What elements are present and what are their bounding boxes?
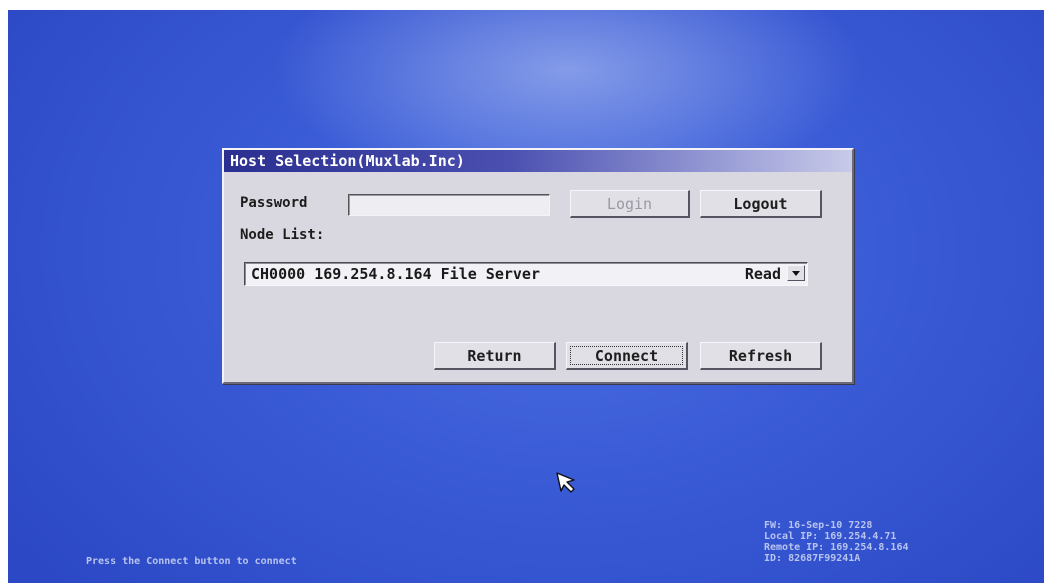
- return-button-label: Return: [467, 347, 522, 365]
- node-list-select[interactable]: CH0000 169.254.8.164 File Server Read: [244, 262, 808, 286]
- remote-ip: Remote IP: 169.254.8.164: [764, 542, 909, 553]
- device-info-panel: FW: 16-Sep-10 7228 Local IP: 169.254.4.7…: [764, 520, 909, 564]
- dropdown-button[interactable]: [787, 265, 805, 281]
- password-label: Password: [240, 195, 308, 211]
- logout-button-label: Logout: [733, 195, 788, 213]
- return-button[interactable]: Return: [434, 342, 556, 370]
- login-button-label: Login: [606, 195, 653, 213]
- connect-hint-text: Press the Connect button to connect: [86, 556, 297, 567]
- connect-button[interactable]: Connect: [566, 342, 688, 370]
- logout-button[interactable]: Logout: [700, 190, 822, 218]
- host-selection-dialog: Host Selection(Muxlab.Inc) Password Logi…: [222, 148, 854, 384]
- password-input[interactable]: [348, 194, 550, 216]
- node-entry-text: CH0000 169.254.8.164 File Server: [251, 265, 540, 283]
- arrow-cursor-icon: [556, 472, 575, 493]
- desktop-screen: Host Selection(Muxlab.Inc) Password Logi…: [8, 10, 1044, 583]
- login-button[interactable]: Login: [570, 190, 690, 218]
- refresh-button[interactable]: Refresh: [700, 342, 822, 370]
- focus-ring: [570, 346, 683, 365]
- refresh-button-label: Refresh: [728, 347, 793, 365]
- node-entry-status: Read: [744, 265, 781, 283]
- node-list-label: Node List:: [240, 227, 325, 243]
- firmware-version: FW: 16-Sep-10 7228: [764, 520, 873, 531]
- chevron-down-icon: [792, 271, 800, 276]
- local-ip: Local IP: 169.254.4.71: [764, 531, 897, 542]
- dialog-title: Host Selection(Muxlab.Inc): [224, 150, 852, 172]
- device-id: ID: 82687F99241A: [764, 553, 861, 564]
